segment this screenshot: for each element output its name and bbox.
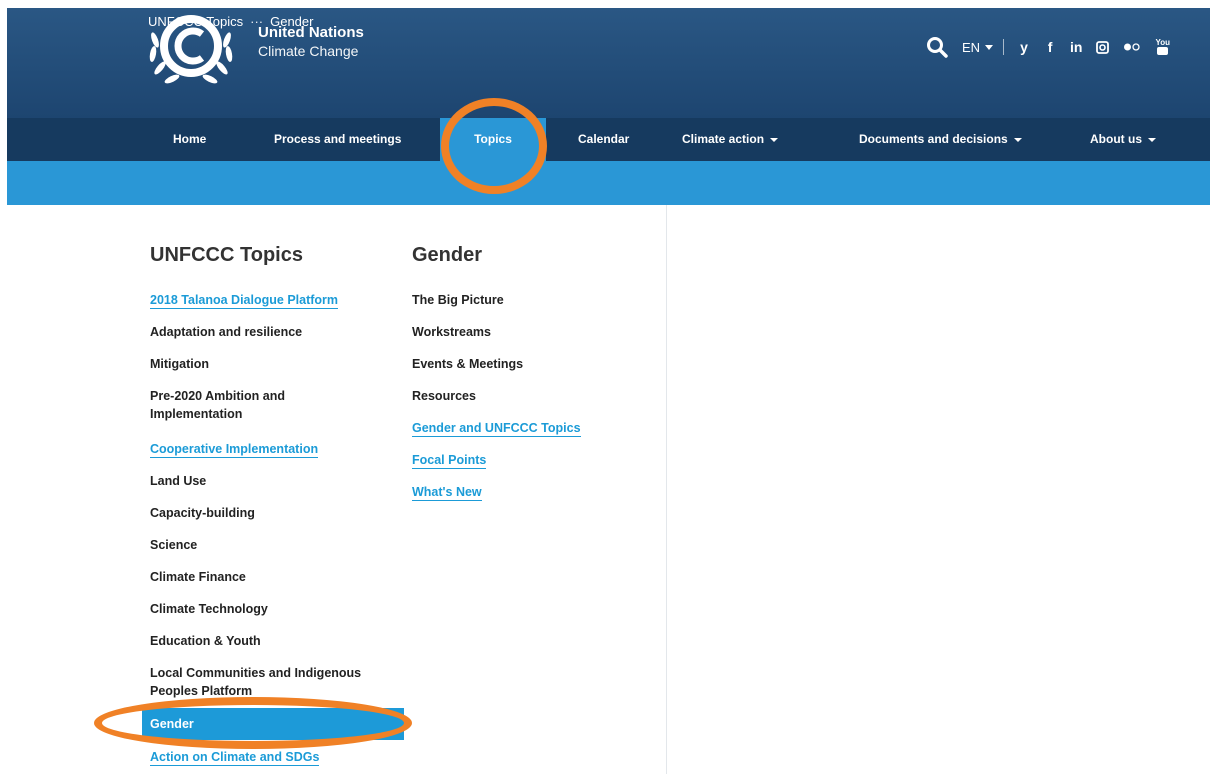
chevron-down-icon: [770, 137, 779, 142]
language-selector[interactable]: EN: [961, 39, 994, 55]
tools-divider: [1003, 39, 1005, 55]
column-divider: [666, 205, 667, 774]
menu-item-talanoa[interactable]: 2018 Talanoa Dialogue Platform: [150, 291, 390, 309]
menu-item-science[interactable]: Science: [150, 536, 390, 554]
breadcrumb-parent[interactable]: UNFCCC Topics: [148, 14, 243, 29]
menu-item-action-sdgs[interactable]: Action on Climate and SDGs: [150, 748, 390, 766]
breadcrumb-current: Gender: [270, 14, 314, 29]
menu-item-cooperative[interactable]: Cooperative Implementation: [150, 440, 390, 458]
search-icon[interactable]: [926, 36, 948, 58]
nav-documents-decisions[interactable]: Documents and decisions: [859, 118, 1022, 161]
nav-climate-action[interactable]: Climate action: [682, 118, 779, 161]
nav-about-label: About us: [1090, 132, 1142, 146]
topics-column-title: UNFCCC Topics: [150, 244, 303, 266]
youtube-icon[interactable]: You: [1155, 39, 1170, 55]
menu-item-capacity-building[interactable]: Capacity-building: [150, 504, 390, 522]
nav-about-us[interactable]: About us: [1090, 118, 1156, 161]
chevron-down-icon: [985, 44, 994, 50]
facebook-icon[interactable]: f: [1044, 39, 1056, 55]
menu-item-resources[interactable]: Resources: [412, 387, 652, 405]
youtube-label: You: [1155, 38, 1170, 47]
menu-item-adaptation[interactable]: Adaptation and resilience: [150, 323, 390, 341]
menu-item-label: Action on Climate and SDGs: [150, 750, 320, 766]
flickr-icon[interactable]: [1123, 42, 1141, 52]
breadcrumb: UNFCCC Topics ··· Gender: [148, 14, 313, 29]
nav-climate-action-label: Climate action: [682, 132, 765, 146]
menu-item-big-picture[interactable]: The Big Picture: [412, 291, 652, 309]
menu-item-local-communities[interactable]: Local Communities and Indigenous Peoples…: [150, 664, 395, 700]
menu-item-label: Focal Points: [412, 453, 487, 469]
chevron-down-icon: [1148, 137, 1156, 142]
nav-home[interactable]: Home: [173, 118, 206, 161]
menu-item-gender[interactable]: Gender: [142, 708, 404, 740]
nav-documents-label: Documents and decisions: [859, 132, 1008, 146]
menu-item-workstreams[interactable]: Workstreams: [412, 323, 652, 341]
brand-name[interactable]: United Nations Climate Change: [258, 24, 364, 60]
menu-item-focal-points[interactable]: Focal Points: [412, 451, 652, 469]
main-nav: Home Process and meetings Topics Calenda…: [7, 118, 1210, 161]
menu-item-label: 2018 Talanoa Dialogue Platform: [150, 293, 339, 309]
brand-line2: Climate Change: [258, 43, 359, 59]
menu-item-climate-finance[interactable]: Climate Finance: [150, 568, 390, 586]
language-label: EN: [961, 39, 981, 55]
menu-item-whats-new[interactable]: What's New: [412, 483, 652, 501]
breadcrumb-bar: [7, 161, 1210, 205]
header-tools: EN y f in You: [926, 36, 1170, 58]
nav-topics[interactable]: Topics: [440, 118, 546, 161]
twitter-icon[interactable]: y: [1018, 39, 1030, 55]
menu-item-events-meetings[interactable]: Events & Meetings: [412, 355, 652, 373]
chevron-down-icon: [1013, 137, 1022, 142]
gender-column-title: Gender: [412, 244, 483, 266]
linkedin-icon[interactable]: in: [1070, 39, 1082, 55]
breadcrumb-separator: ···: [250, 14, 264, 29]
nav-calendar[interactable]: Calendar: [578, 118, 629, 161]
menu-item-label: Cooperative Implementation: [150, 442, 319, 458]
menu-item-pre2020[interactable]: Pre-2020 Ambition and Implementation: [150, 387, 350, 423]
menu-item-land-use[interactable]: Land Use: [150, 472, 390, 490]
menu-item-label: Gender and UNFCCC Topics: [412, 421, 581, 437]
nav-process-meetings[interactable]: Process and meetings: [274, 118, 401, 161]
menu-item-label: What's New: [412, 485, 482, 501]
menu-item-climate-technology[interactable]: Climate Technology: [150, 600, 390, 618]
instagram-icon[interactable]: [1096, 40, 1110, 54]
menu-item-mitigation[interactable]: Mitigation: [150, 355, 390, 373]
menu-item-education-youth[interactable]: Education & Youth: [150, 632, 390, 650]
menu-item-gender-topics[interactable]: Gender and UNFCCC Topics: [412, 419, 652, 437]
